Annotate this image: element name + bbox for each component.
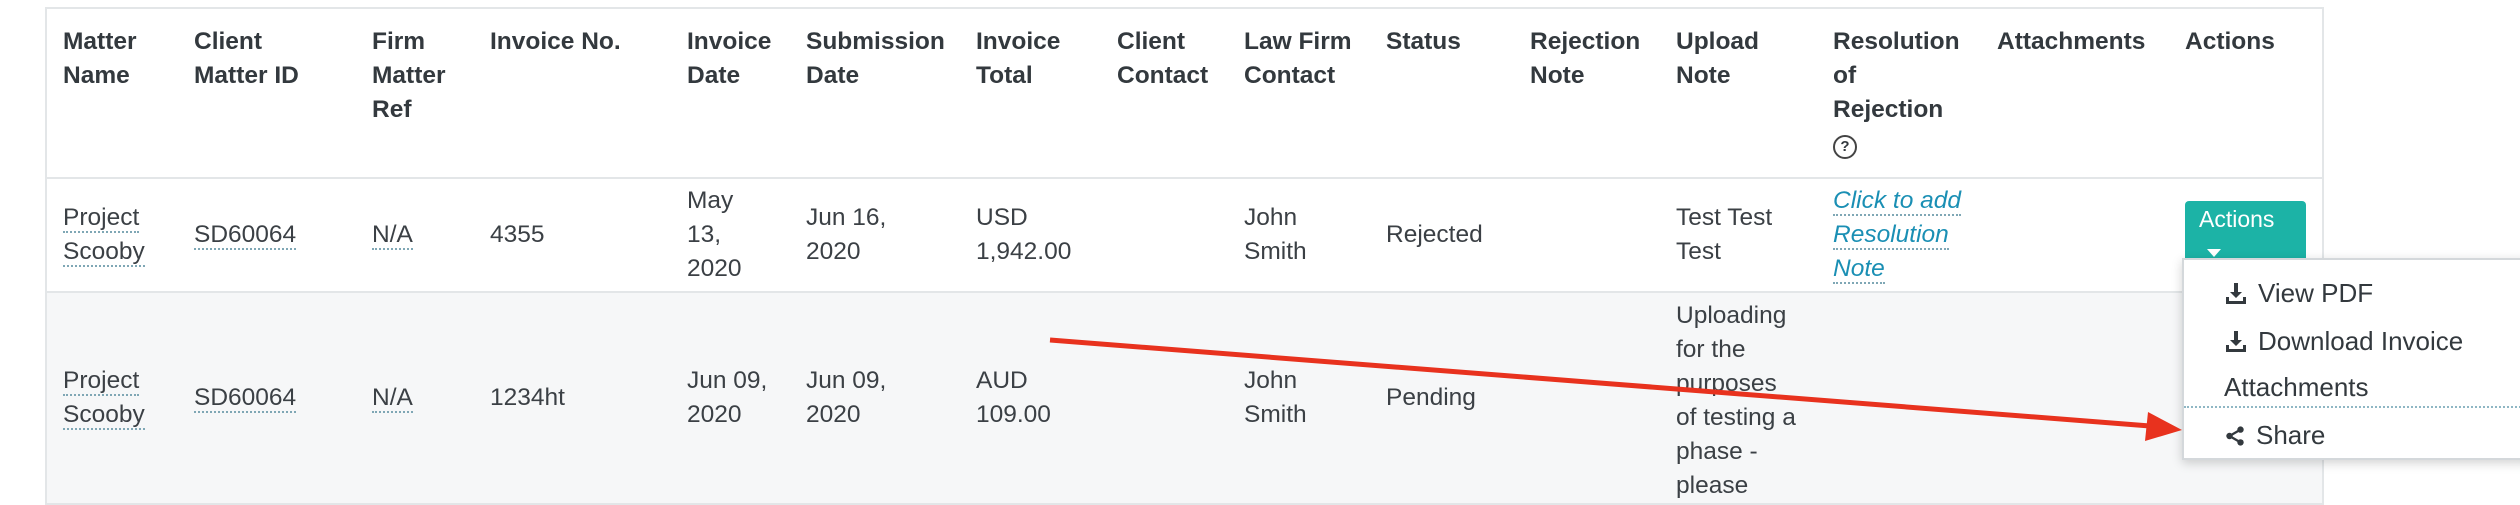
annotation-arrow bbox=[1049, 337, 2182, 441]
page: Matter Name Client Matter ID Firm Matter… bbox=[0, 0, 2520, 505]
